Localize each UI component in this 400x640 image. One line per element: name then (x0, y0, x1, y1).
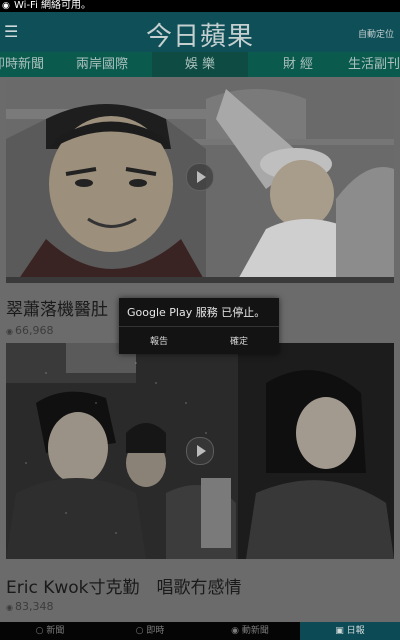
dialog-divider (119, 326, 279, 327)
error-dialog: Google Play 服務 已停止。 報告 確定 (119, 298, 279, 354)
auto-locate-button[interactable]: 自動定位 (358, 27, 394, 40)
view-count: ◉ 83,348 (6, 600, 53, 613)
app-title: 今日蘋果 (145, 22, 254, 52)
status-bar: ◉ Wi-Fi 網絡可用。 (0, 0, 400, 12)
wifi-icon: ◉ (2, 1, 10, 11)
view-count-value: 66,968 (14, 324, 54, 337)
article-headline[interactable]: Eric Kwok寸克勤 唱歌冇感情 (6, 573, 242, 598)
ok-button[interactable]: 確定 (199, 334, 279, 347)
dialog-message: Google Play 服務 已停止。 (127, 306, 266, 319)
view-count: ◉ 66,968 (6, 324, 53, 337)
play-icon[interactable] (186, 163, 214, 191)
tab-entertainment[interactable]: 娛 樂 (152, 52, 248, 77)
video-icon: ◉ (231, 626, 242, 636)
tab-cross-strait[interactable]: 兩岸國際 (52, 52, 152, 77)
article-card[interactable] (6, 77, 394, 283)
article-card[interactable] (6, 343, 394, 559)
play-icon[interactable] (186, 437, 214, 465)
tab-lifestyle[interactable]: 生活副刊 (348, 52, 400, 77)
view-count-value: 83,348 (14, 600, 54, 613)
article-video-thumbnail[interactable] (6, 79, 394, 283)
report-button[interactable]: 報告 (119, 334, 199, 347)
news-icon: ○ (35, 626, 47, 636)
bottom-nav: ○ 新聞 ○ 即時 ◉ 動新聞 ▣ 日報 (0, 622, 400, 640)
category-tabs: 即時新聞 兩岸國際 娛 樂 財 經 生活副刊 (0, 52, 400, 77)
bottom-nav-instant[interactable]: ○ 即時 (100, 622, 200, 640)
eye-icon: ◉ (6, 327, 13, 336)
article-video-thumbnail[interactable] (6, 343, 394, 559)
bottom-nav-video[interactable]: ◉ 動新聞 (200, 622, 300, 640)
bottom-nav-daily[interactable]: ▣ 日報 (300, 622, 400, 640)
status-text: Wi-Fi 網絡可用。 (14, 0, 92, 11)
app-bar: ☰ 今日蘋果 自動定位 (0, 12, 400, 52)
daily-icon: ▣ (335, 626, 347, 636)
article-headline[interactable]: 翠蕭落機醫肚 (6, 295, 108, 320)
tab-finance[interactable]: 財 經 (248, 52, 348, 77)
instant-icon: ○ (135, 626, 147, 636)
eye-icon: ◉ (6, 603, 13, 612)
bottom-nav-news[interactable]: ○ 新聞 (0, 622, 100, 640)
